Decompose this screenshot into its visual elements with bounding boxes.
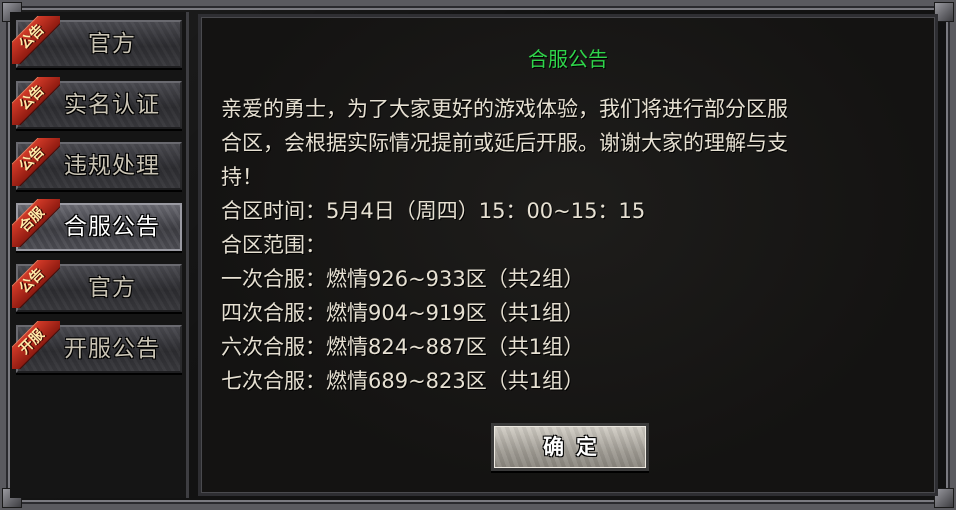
tab-server-merge-notice[interactable]: 合服 合服公告: [12, 199, 182, 251]
tab-label: 合服公告: [64, 214, 160, 240]
sidebar: 公告 官方 公告 实名认证 公告 违规处理 合服 合服公告 公告 官方 开服 开…: [10, 12, 189, 498]
notice-line: 亲爱的勇士，为了大家更好的游戏体验，我们将进行部分区服: [221, 97, 788, 121]
tab-label: 开服公告: [64, 336, 160, 362]
merge-entry: 一次合服：燃情926~933区（共2组）: [221, 267, 585, 291]
tab-label: 官方: [88, 31, 136, 57]
tab-real-name-verification[interactable]: 公告 实名认证: [12, 77, 182, 129]
tab-server-open-notice[interactable]: 开服 开服公告: [12, 321, 182, 373]
merge-entry: 四次合服：燃情904~919区（共1组）: [221, 301, 585, 325]
merge-entry: 六次合服：燃情824~887区（共1组）: [221, 335, 585, 359]
tab-label: 违规处理: [64, 153, 160, 179]
notice-line: 持！: [221, 165, 263, 189]
notice-title: 合服公告: [528, 47, 608, 71]
tab-official-1[interactable]: 公告 官方: [12, 16, 182, 68]
tab-violation-handling[interactable]: 公告 违规处理: [12, 138, 182, 190]
tab-label: 实名认证: [64, 92, 160, 118]
tab-official-2[interactable]: 公告 官方: [12, 260, 182, 312]
confirm-button[interactable]: 确定: [491, 423, 649, 471]
merge-scope-line: 合区范围：: [221, 233, 326, 257]
tab-label: 官方: [88, 275, 136, 301]
notice-line: 合区，会根据实际情况提前或延后开服。谢谢大家的理解与支: [221, 131, 788, 155]
merge-time-line: 合区时间：5月4日（周四）15：00~15：15: [221, 199, 646, 223]
notice-panel: 合服公告 亲爱的勇士，为了大家更好的游戏体验，我们将进行部分区服 合区，会根据实…: [198, 14, 938, 496]
merge-entry: 七次合服：燃情689~823区（共1组）: [221, 369, 585, 393]
notice-body: 亲爱的勇士，为了大家更好的游戏体验，我们将进行部分区服 合区，会根据实际情况提前…: [221, 92, 921, 398]
